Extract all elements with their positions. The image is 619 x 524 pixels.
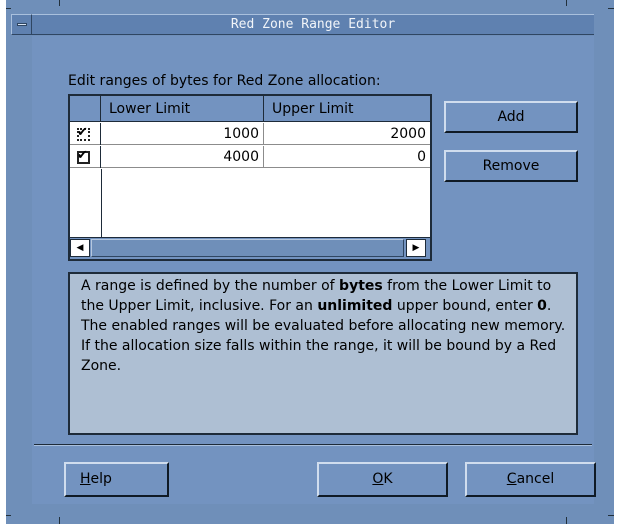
enabled-checkbox[interactable]: ✔ xyxy=(77,125,90,141)
remove-button-label: Remove xyxy=(482,158,540,174)
help-button-label: Help xyxy=(80,471,112,487)
upper-limit-cell[interactable]: 0 xyxy=(264,146,430,168)
cancel-button-label: Cancel xyxy=(506,471,555,487)
mnemonic-letter: C xyxy=(506,471,517,487)
lower-limit-cell[interactable]: 1000 xyxy=(101,123,264,145)
frame-corner-mark xyxy=(59,0,60,6)
frame-corner-mark xyxy=(59,517,60,524)
lower-limit-cell[interactable]: 4000 xyxy=(101,146,264,168)
checkmark-icon: ✔ xyxy=(77,125,88,140)
separator xyxy=(34,444,592,446)
info-text: upper bound, enter xyxy=(392,298,538,314)
ranges-table: Lower Limit Upper Limit ✔ 1000 2000 ✔ 40… xyxy=(68,94,432,261)
info-text-bold: 0 xyxy=(537,298,547,314)
frame-corner-mark xyxy=(566,0,567,6)
add-button[interactable]: Add xyxy=(444,101,578,133)
table-row[interactable]: ✔ 1000 2000 xyxy=(70,123,430,145)
frame-corner-mark xyxy=(6,515,11,516)
enabled-checkbox-cell[interactable]: ✔ xyxy=(70,146,101,168)
table-header-upper-limit[interactable]: Upper Limit xyxy=(264,96,430,122)
horizontal-scrollbar[interactable]: ◀ ▶ xyxy=(70,237,430,259)
scroll-right-icon[interactable]: ▶ xyxy=(406,239,426,257)
checkmark-icon: ✔ xyxy=(77,148,88,163)
info-text-bold: bytes xyxy=(339,278,383,294)
info-text-box: A range is defined by the number of byte… xyxy=(68,272,578,435)
window-title: Red Zone Range Editor xyxy=(230,17,396,32)
frame-corner-mark xyxy=(608,515,614,516)
table-header-lower-limit[interactable]: Lower Limit xyxy=(101,96,264,122)
column-divider xyxy=(101,169,102,237)
info-text-bold: unlimited xyxy=(317,298,393,314)
scroll-left-icon[interactable]: ◀ xyxy=(70,239,90,257)
frame-corner-mark xyxy=(6,8,11,9)
frame-corner-mark xyxy=(566,517,567,524)
mnemonic-letter: O xyxy=(372,471,384,487)
add-button-label: Add xyxy=(497,109,525,125)
table-header-enabled[interactable] xyxy=(70,96,101,122)
window-menu-icon xyxy=(17,23,27,26)
remove-button[interactable]: Remove xyxy=(444,150,578,182)
cancel-button[interactable]: Cancel xyxy=(465,462,596,497)
frame-corner-mark xyxy=(608,8,614,9)
table-row[interactable]: ✔ 4000 0 xyxy=(70,146,430,168)
window-menu-button[interactable] xyxy=(11,14,32,35)
title-bar[interactable]: Red Zone Range Editor xyxy=(32,14,594,35)
upper-limit-cell[interactable]: 2000 xyxy=(264,123,430,145)
ok-button-label: OK xyxy=(372,471,393,487)
ok-button[interactable]: OK xyxy=(317,462,448,497)
scrollbar-thumb[interactable] xyxy=(91,239,404,257)
info-text: A range is defined by the number of xyxy=(81,278,340,294)
enabled-checkbox[interactable]: ✔ xyxy=(77,148,90,164)
mnemonic-letter: H xyxy=(80,471,91,487)
enabled-checkbox-cell[interactable]: ✔ xyxy=(70,123,101,145)
prompt-label: Edit ranges of bytes for Red Zone alloca… xyxy=(68,73,381,89)
help-button[interactable]: Help xyxy=(64,462,169,497)
